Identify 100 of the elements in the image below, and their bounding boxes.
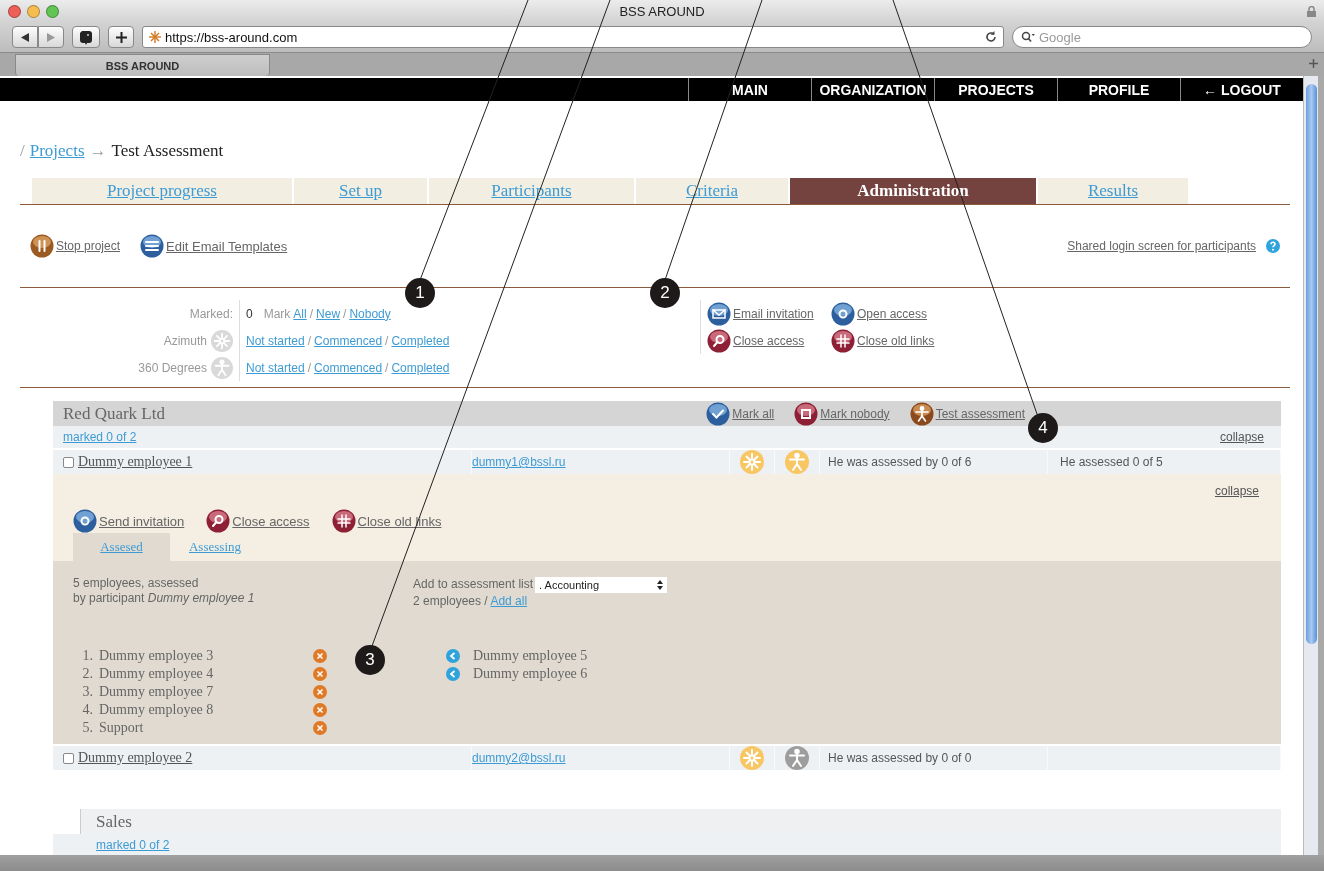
action-link[interactable]: Close old links bbox=[831, 327, 961, 354]
group-name: Sales bbox=[96, 811, 133, 832]
new-tab-icon[interactable] bbox=[1309, 59, 1318, 68]
action-link[interactable]: Email invitation bbox=[701, 300, 831, 327]
lock-icon bbox=[1307, 5, 1316, 17]
action-link[interactable]: Open access bbox=[831, 300, 961, 327]
tab[interactable]: Assessing bbox=[170, 533, 260, 561]
action-link[interactable]: Close access bbox=[701, 327, 831, 354]
back-arrow-icon bbox=[21, 32, 29, 42]
hash-icon bbox=[831, 328, 855, 353]
add-icon[interactable] bbox=[446, 667, 460, 681]
employee-name: Dummy employee 4 bbox=[99, 666, 215, 682]
ring-icon bbox=[73, 509, 97, 533]
separator-text: / bbox=[385, 333, 389, 348]
employee-name: Dummy employee 3 bbox=[99, 648, 215, 664]
marked-link[interactable]: marked 0 of 2 bbox=[96, 838, 170, 852]
elephant-button[interactable] bbox=[72, 26, 100, 48]
tab[interactable]: Results bbox=[1038, 178, 1188, 204]
filter-link[interactable]: All bbox=[293, 306, 307, 321]
nav-link[interactable]: PROJECTS bbox=[934, 78, 1057, 101]
ring-icon bbox=[831, 301, 855, 326]
action-link[interactable]: Mark all bbox=[706, 401, 775, 426]
close-window-button[interactable] bbox=[8, 4, 21, 18]
filter-link[interactable]: Commenced bbox=[314, 360, 383, 375]
address-field[interactable]: https://bss-around.com bbox=[142, 26, 1004, 48]
remove-icon[interactable] bbox=[313, 667, 327, 681]
filter-label: 360 Degrees bbox=[138, 360, 207, 375]
breadcrumb-link[interactable]: Projects bbox=[29, 141, 85, 161]
filter-link[interactable]: New bbox=[316, 306, 341, 321]
nav-link[interactable]: ORGANIZATION bbox=[811, 78, 934, 101]
assessed-text: He assessed 0 of 5 bbox=[1060, 455, 1163, 469]
person-icon bbox=[909, 401, 934, 426]
plus-icon bbox=[115, 31, 127, 43]
tab[interactable]: Assesed bbox=[73, 533, 170, 561]
separator-text: / bbox=[307, 360, 312, 375]
site-icon bbox=[149, 31, 161, 43]
back-button[interactable] bbox=[12, 26, 38, 48]
employee-name: Support bbox=[99, 720, 145, 736]
assessed-by-text: He was assessed by 0 of 6 bbox=[828, 455, 972, 469]
filter-link[interactable]: Completed bbox=[391, 333, 450, 348]
employee-name-link[interactable]: Dummy employee 2 bbox=[78, 750, 193, 766]
action-link[interactable]: Close access bbox=[206, 509, 310, 533]
remove-icon[interactable] bbox=[313, 685, 327, 699]
list-number: 4. bbox=[81, 702, 93, 718]
filter-link[interactable]: Completed bbox=[391, 360, 450, 375]
checkbox[interactable] bbox=[63, 456, 74, 468]
browser-tab[interactable]: BSS AROUND bbox=[15, 54, 270, 76]
minimize-window-button[interactable] bbox=[27, 4, 40, 18]
stepper-arrows-icon bbox=[657, 579, 664, 590]
filter-link[interactable]: Commenced bbox=[314, 333, 383, 348]
action-link[interactable]: Stop project bbox=[30, 234, 121, 258]
group-name: Red Quark Ltd bbox=[63, 403, 166, 424]
remove-icon[interactable] bbox=[313, 703, 327, 717]
filter-link[interactable]: Not started bbox=[246, 360, 305, 375]
employee-name: Dummy employee 8 bbox=[99, 702, 215, 718]
action-link[interactable]: Test assessment bbox=[909, 401, 1025, 426]
separator-text: / bbox=[385, 360, 389, 375]
window-title: BSS AROUND bbox=[619, 3, 705, 19]
filter-link[interactable]: Not started bbox=[246, 333, 305, 348]
checkbox[interactable] bbox=[63, 752, 74, 764]
select-dropdown[interactable]: . Accounting bbox=[535, 576, 668, 593]
nav-link[interactable]: MAIN bbox=[688, 78, 811, 101]
remove-icon[interactable] bbox=[313, 649, 327, 663]
nav-link[interactable]: PROFILE bbox=[1057, 78, 1180, 101]
employee-name: Dummy employee 6 bbox=[473, 666, 588, 682]
collapse-link[interactable]: collapse bbox=[1214, 484, 1259, 533]
asterisk-icon bbox=[211, 329, 233, 352]
tab[interactable]: Set up bbox=[294, 178, 427, 204]
help-icon[interactable] bbox=[1266, 239, 1280, 253]
marked-label: Marked: bbox=[189, 306, 233, 321]
action-link[interactable]: Edit Email Templates bbox=[140, 234, 288, 258]
breadcrumb-separator: / bbox=[20, 141, 25, 161]
list-number: 1. bbox=[81, 648, 93, 664]
add-button[interactable] bbox=[108, 26, 134, 48]
search-icon bbox=[1021, 31, 1035, 43]
zoom-window-button[interactable] bbox=[46, 4, 59, 18]
tab[interactable]: Administration bbox=[790, 178, 1036, 204]
scrollbar[interactable] bbox=[1303, 76, 1318, 855]
email-link[interactable]: dummy2@bssl.ru bbox=[472, 751, 566, 765]
action-link[interactable]: Send invitation bbox=[73, 509, 185, 533]
email-link[interactable]: dummy1@bssl.ru bbox=[472, 455, 566, 469]
filter-link[interactable]: Nobody bbox=[349, 306, 391, 321]
list-icon bbox=[140, 234, 165, 258]
breadcrumb-arrow: → bbox=[89, 141, 107, 161]
forward-arrow-icon bbox=[47, 32, 55, 42]
reload-icon[interactable] bbox=[985, 31, 997, 43]
collapse-link[interactable]: collapse bbox=[1219, 430, 1264, 444]
action-link[interactable]: Mark nobody bbox=[794, 401, 890, 426]
shared-login-link[interactable]: Shared login screen for participants bbox=[1067, 239, 1256, 253]
envelope-icon bbox=[707, 301, 731, 326]
employee-name-link[interactable]: Dummy employee 1 bbox=[78, 454, 193, 470]
marked-link[interactable]: marked 0 of 2 bbox=[63, 430, 137, 444]
add-all-link[interactable]: Add all bbox=[490, 593, 528, 608]
list-number: 5. bbox=[81, 720, 93, 736]
remove-icon[interactable] bbox=[313, 721, 327, 735]
add-icon[interactable] bbox=[446, 649, 460, 663]
tab[interactable]: Project progress bbox=[32, 178, 292, 204]
list-number: 2. bbox=[81, 666, 93, 682]
search-field[interactable]: Google bbox=[1012, 26, 1312, 48]
count-text: 2 employees / bbox=[413, 593, 488, 608]
